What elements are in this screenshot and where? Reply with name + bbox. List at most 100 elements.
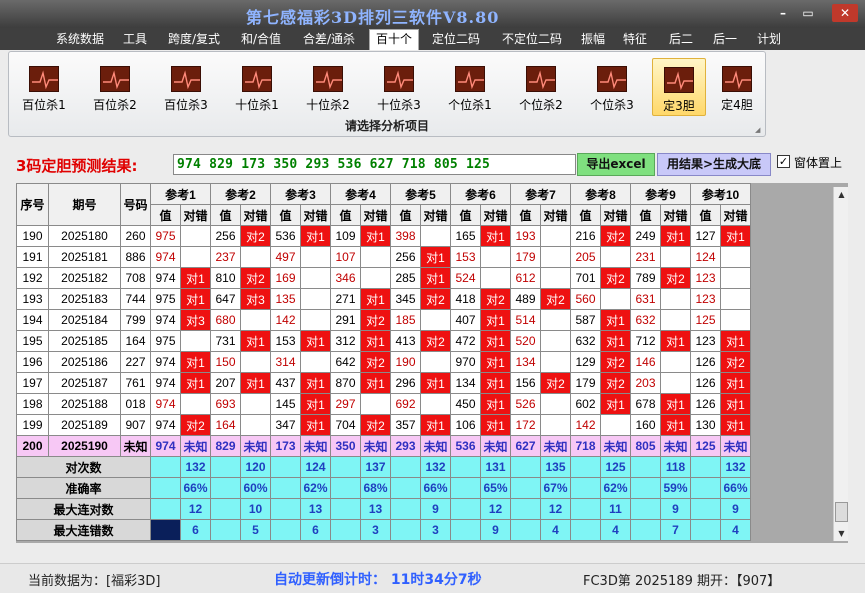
- stats-value-cell: 5: [240, 519, 271, 541]
- table-row[interactable]: 197 2025187 761 974 对1 207 对1 437 对1 870 对1 296 对1 13…: [16, 372, 751, 394]
- ribbon-button[interactable]: 定3胆: [652, 58, 706, 116]
- value-cell: 632: [630, 309, 661, 331]
- stats-value-cell: 9: [480, 519, 511, 541]
- stats-value-cell: 60%: [240, 477, 271, 499]
- scroll-thumb[interactable]: [835, 502, 848, 522]
- value-cell: 970: [450, 351, 481, 373]
- ribbon-button[interactable]: 十位杀1: [230, 58, 284, 116]
- stats-spacer-cell: [210, 456, 241, 478]
- result-cell: [180, 246, 211, 268]
- table-row[interactable]: 193 2025183 744 975 对1 647 对3 135 271 对1 345 对2 418 对…: [16, 288, 751, 310]
- value-cell: 256: [210, 225, 241, 247]
- menu-item[interactable]: 百十个: [369, 29, 420, 50]
- result-cell: 对2: [360, 414, 391, 436]
- stay-on-top-label: 窗体置上: [794, 156, 843, 170]
- ribbon-button-label: 百位杀1: [22, 98, 66, 112]
- value-cell: 231: [630, 246, 661, 268]
- stats-spacer-cell: [270, 456, 301, 478]
- period-cell: 2025185: [48, 330, 121, 352]
- table-header-row: 序号 期号 号码 参考1 参考2 参考3 参考4 参考5 参考6 参考7 参考8 参考9 参考10: [16, 183, 751, 226]
- ribbon-button[interactable]: 个位杀3: [585, 58, 639, 116]
- value-subheader: 值: [210, 204, 241, 226]
- result-cell: 对2: [240, 267, 271, 289]
- vertical-scrollbar[interactable]: ▲ ▼: [833, 187, 848, 541]
- table-row[interactable]: 190 2025180 260 975 256 对2 536 对1 109 对1 398 165 对1 1…: [16, 225, 751, 247]
- ribbon-button[interactable]: 十位杀2: [301, 58, 355, 116]
- value-cell: 179: [510, 246, 541, 268]
- menu-item[interactable]: 后一: [707, 30, 743, 49]
- menu-item[interactable]: 计划: [751, 30, 787, 49]
- ribbon-button[interactable]: 百位杀2: [88, 58, 142, 116]
- ribbon-button[interactable]: 十位杀3: [372, 58, 426, 116]
- value-cell: 975: [150, 330, 181, 352]
- update-countdown: 自动更新倒计时： 11时34分7秒: [274, 572, 482, 588]
- value-cell: 345: [390, 288, 421, 310]
- period-header: 期号: [48, 183, 121, 226]
- result-cell: 对2: [540, 288, 571, 310]
- ribbon-button-label: 定4胆: [721, 98, 753, 112]
- predict-value-cell: 350: [330, 435, 361, 457]
- period-cell: 2025182: [48, 267, 121, 289]
- result-cell: 对1: [720, 225, 751, 247]
- value-cell: 156: [510, 372, 541, 394]
- minimize-button[interactable]: –: [770, 4, 796, 22]
- table-row[interactable]: 196 2025186 227 974 对1 150 314 642 对2 190 970 对1 134…: [16, 351, 751, 373]
- menu-item[interactable]: 不定位二码: [496, 30, 568, 49]
- value-cell: 974: [150, 393, 181, 415]
- ribbon-button[interactable]: 百位杀1: [17, 58, 71, 116]
- restore-button[interactable]: ▭: [795, 4, 821, 22]
- result-cell: [660, 372, 691, 394]
- stats-spacer-cell: [330, 477, 361, 499]
- export-excel-button[interactable]: 导出excel: [577, 153, 655, 176]
- stats-value-cell: 124: [300, 456, 331, 478]
- ribbon-button[interactable]: 定4胆: [710, 58, 764, 116]
- table-row[interactable]: 199 2025189 907 974 对2 164 347 对1 704 对2 357 对1 106 对…: [16, 414, 751, 436]
- table-row[interactable]: 198 2025188 018 974 693 145 对1 297 692 450 对1 526 60…: [16, 393, 751, 415]
- result-subheader: 对错: [600, 204, 631, 226]
- value-cell: 142: [570, 414, 601, 436]
- stats-value-cell: 66%: [720, 477, 751, 499]
- stay-on-top-checkbox[interactable]: ✓: [777, 155, 790, 168]
- ribbon-button[interactable]: 个位杀2: [514, 58, 568, 116]
- close-button[interactable]: ✕: [832, 4, 858, 22]
- value-cell: 678: [630, 393, 661, 415]
- scroll-up-arrow-icon[interactable]: ▲: [834, 187, 849, 202]
- stats-row: 最大连对数 12 10 13 13 9 12 12 11 9 9: [16, 498, 751, 520]
- menu-item[interactable]: 跨度/复式: [162, 30, 226, 49]
- generate-base-button[interactable]: 用结果>生成大底: [657, 153, 771, 176]
- seq-cell: 193: [16, 288, 49, 310]
- menu-item[interactable]: 特征: [617, 30, 653, 49]
- scroll-down-arrow-icon[interactable]: ▼: [834, 526, 849, 541]
- result-cell: [180, 330, 211, 352]
- table-row[interactable]: 192 2025182 708 974 对1 810 对2 169 346 285 对1 524 612…: [16, 267, 751, 289]
- table-row[interactable]: 191 2025181 886 974 237 497 107 256 对1 153 179 205 2…: [16, 246, 751, 268]
- value-cell: 810: [210, 267, 241, 289]
- stats-label: 最大连错数: [16, 519, 151, 541]
- chart-icon: [455, 66, 485, 92]
- ribbon-expand-icon[interactable]: ◢: [755, 126, 763, 134]
- stats-spacer-cell: [450, 498, 481, 520]
- ribbon-button[interactable]: 个位杀1: [443, 58, 497, 116]
- stats-row: 准确率 66% 60% 62% 68% 66% 65% 67% 62% 59% 66%: [16, 477, 751, 499]
- ribbon-button[interactable]: 百位杀3: [159, 58, 213, 116]
- value-cell: 712: [630, 330, 661, 352]
- table-row[interactable]: 195 2025185 164 975 731 对1 153 对1 312 对1 413 对2 472 对…: [16, 330, 751, 352]
- value-cell: 357: [390, 414, 421, 436]
- result-cell: 对1: [420, 246, 451, 268]
- prediction-result-field[interactable]: 974 829 173 350 293 536 627 718 805 125: [173, 154, 576, 175]
- table-row[interactable]: 194 2025184 799 974 对3 680 142 291 对2 185 407 对1 514…: [16, 309, 751, 331]
- menu-item[interactable]: 振幅: [575, 30, 611, 49]
- ribbon-button-label: 个位杀3: [590, 98, 634, 112]
- menu-item[interactable]: 定位二码: [426, 30, 486, 49]
- menu-item[interactable]: 合差/通杀: [297, 30, 361, 49]
- period-cell: 2025183: [48, 288, 121, 310]
- menu-item[interactable]: 工具: [117, 30, 153, 49]
- result-cell: [300, 351, 331, 373]
- stats-spacer-cell: [510, 519, 541, 541]
- menu-item[interactable]: 系统数据: [50, 30, 110, 49]
- menu-item[interactable]: 和/合值: [235, 30, 287, 49]
- result-cell: 对2: [720, 351, 751, 373]
- menu-item[interactable]: 后二: [663, 30, 699, 49]
- ref-header: 参考10: [690, 183, 751, 205]
- value-cell: 150: [210, 351, 241, 373]
